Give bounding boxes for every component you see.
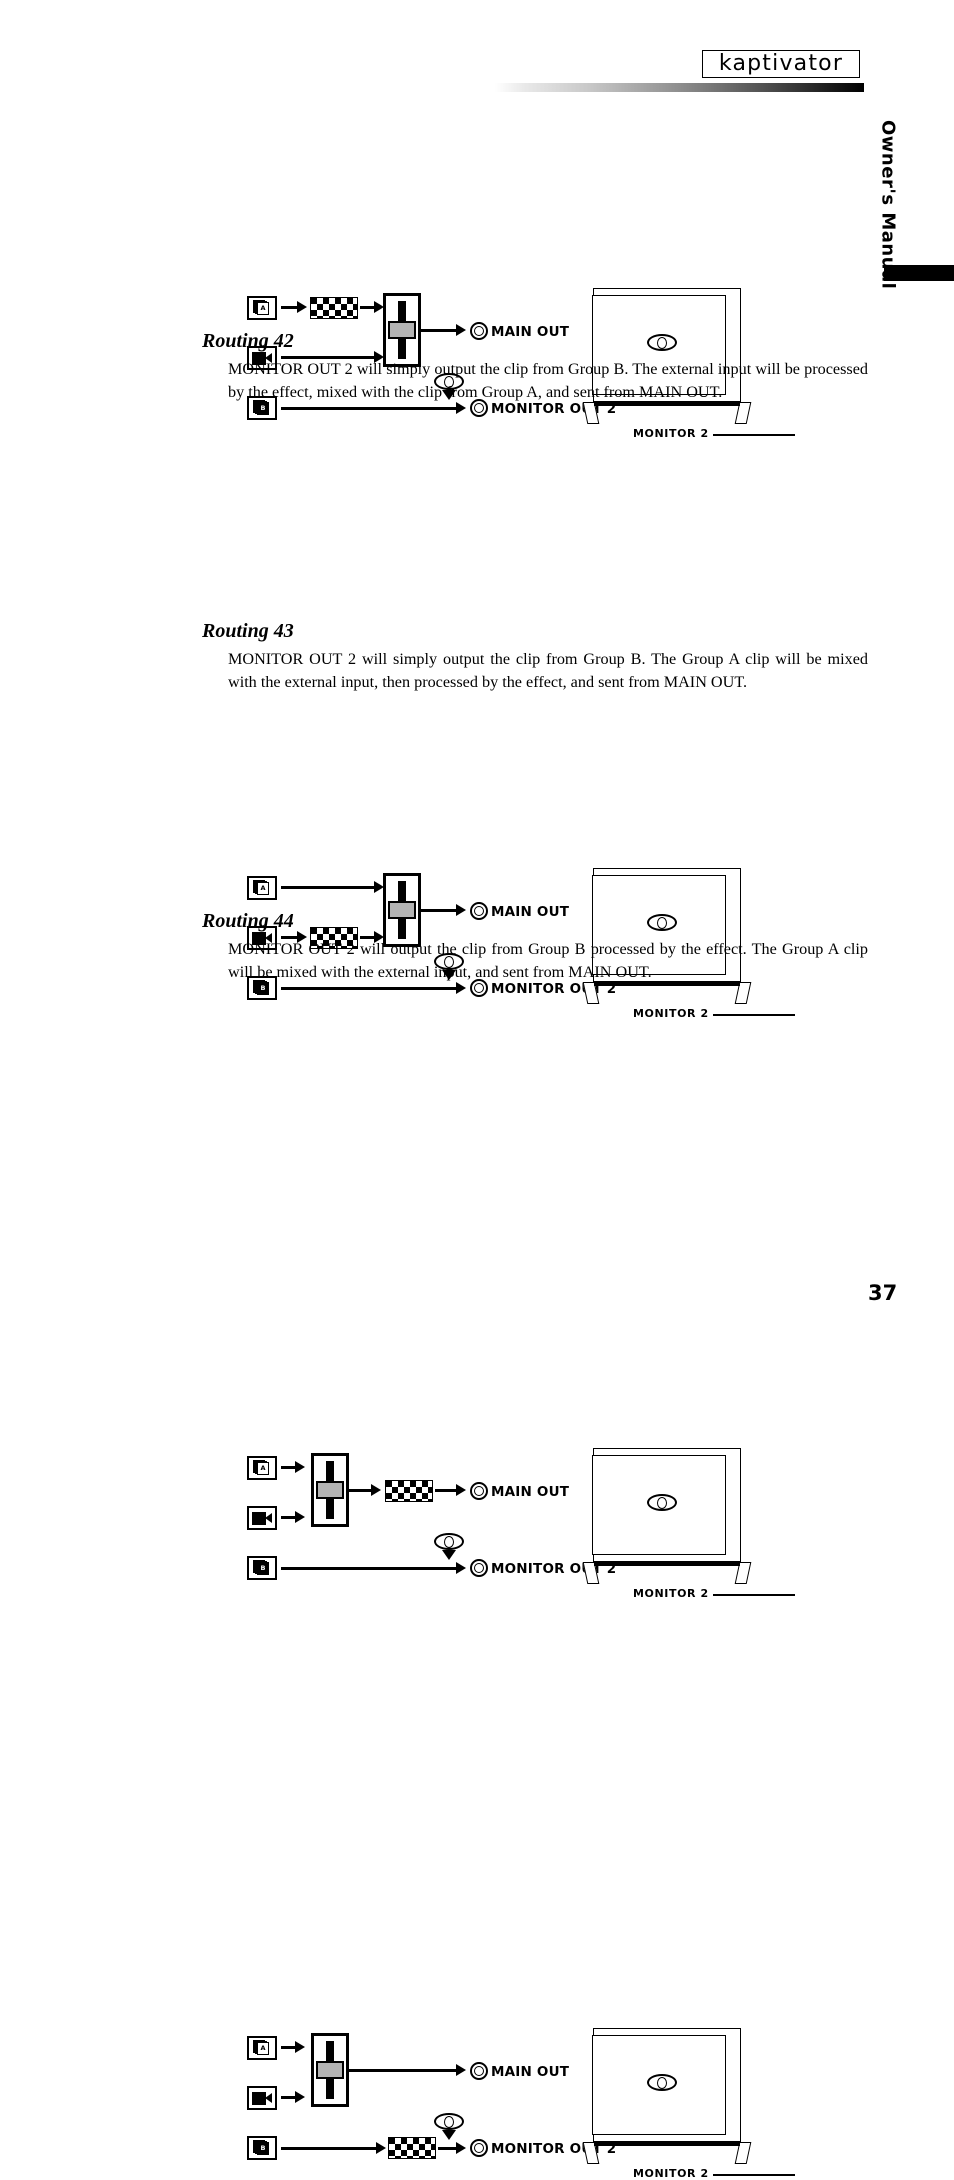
group-a-clip-icon xyxy=(247,2036,277,2060)
header-gradient-bar xyxy=(495,83,864,92)
routing-42-body: MONITOR OUT 2 will simply output the cli… xyxy=(228,360,868,401)
group-b-clip-icon xyxy=(247,1556,277,1580)
monitor-2-label: MONITOR 2 xyxy=(633,2167,709,2180)
arrow-head xyxy=(456,904,466,916)
page-number: 37 xyxy=(868,1281,898,1305)
main-out-jack xyxy=(470,322,488,340)
arrow-head xyxy=(456,324,466,336)
group-b-clip-icon xyxy=(247,2136,277,2160)
external-input-camera-icon xyxy=(247,1506,277,1530)
effect-checkerboard-icon xyxy=(310,297,358,319)
main-out-jack xyxy=(470,902,488,920)
arrow-head xyxy=(297,301,307,313)
arrow-head xyxy=(456,2142,466,2154)
fader-knob xyxy=(316,2061,344,2079)
monitor-out-2-jack xyxy=(470,2139,488,2157)
connector-line xyxy=(281,407,461,410)
mixer-fader xyxy=(311,1453,349,1527)
monitor-2-label: MONITOR 2 xyxy=(633,1587,709,1600)
arrow-down xyxy=(442,1550,456,1560)
eye-icon xyxy=(647,2074,677,2091)
main-out-label: MAIN OUT xyxy=(491,1484,570,1500)
arrow-head xyxy=(295,2041,305,2053)
main-out-jack xyxy=(470,1482,488,1500)
arrow-head xyxy=(371,1484,381,1496)
connector-line xyxy=(281,987,461,990)
kaptivator-logo: kaptivator xyxy=(702,50,860,78)
main-out-label: MAIN OUT xyxy=(491,2064,570,2080)
connector-line xyxy=(421,909,461,912)
group-a-clip-icon xyxy=(247,296,277,320)
mixer-fader xyxy=(383,293,421,367)
routing-43-heading: Routing 43 xyxy=(202,620,294,642)
eye-icon xyxy=(434,2113,464,2130)
eye-icon xyxy=(434,1533,464,1550)
connector-line xyxy=(281,2147,381,2150)
fader-knob xyxy=(316,1481,344,1499)
arrow-head xyxy=(456,2064,466,2076)
routing-44-heading: Routing 44 xyxy=(202,910,294,932)
connector-line xyxy=(281,1567,461,1570)
eye-icon xyxy=(647,334,677,351)
monitor-out-2-jack xyxy=(470,1559,488,1577)
effect-checkerboard-icon xyxy=(388,2137,436,2159)
arrow-down xyxy=(442,2130,456,2140)
connector-line xyxy=(281,886,378,889)
routing-44-body: MONITOR OUT 2 will output the clip from … xyxy=(228,940,868,981)
routing-44-diagram: MAIN OUT MONITOR OUT 2 MONITOR 2 xyxy=(0,1010,954,2180)
monitor-2-leader-line xyxy=(713,2174,795,2176)
routing-42-heading: Routing 42 xyxy=(202,330,294,352)
arrow-head xyxy=(295,1461,305,1473)
routing-43-diagram: MAIN OUT MONITOR OUT 2 MONITOR 2 xyxy=(0,720,954,1600)
routing-43-body: MONITOR OUT 2 will simply output the cli… xyxy=(228,650,868,691)
connector-line xyxy=(349,2069,461,2072)
external-input-camera-icon xyxy=(247,2086,277,2110)
effect-checkerboard-icon xyxy=(385,1480,433,1502)
arrow-head xyxy=(295,2091,305,2103)
arrow-head xyxy=(456,1484,466,1496)
fader-knob xyxy=(388,901,416,919)
fader-knob xyxy=(388,321,416,339)
routing-42-diagram: MAIN OUT MONITOR OUT 2 MONITOR 2 xyxy=(0,430,954,1020)
arrow-head xyxy=(376,2142,386,2154)
main-out-label: MAIN OUT xyxy=(491,324,570,340)
monitor-2-leader-line xyxy=(713,1594,795,1596)
mixer-fader xyxy=(311,2033,349,2107)
connector-line xyxy=(421,329,461,332)
main-out-label: MAIN OUT xyxy=(491,904,570,920)
mixer-fader xyxy=(383,873,421,947)
eye-icon xyxy=(647,914,677,931)
logo-text: kaptivator xyxy=(718,51,844,76)
main-out-jack xyxy=(470,2062,488,2080)
eye-icon xyxy=(647,1494,677,1511)
arrow-head xyxy=(295,1511,305,1523)
routing-41-diagram: MAIN OUT MONITOR OUT 2 MONITOR 2 xyxy=(0,140,954,440)
group-a-clip-icon xyxy=(247,1456,277,1480)
arrow-head xyxy=(456,1562,466,1574)
